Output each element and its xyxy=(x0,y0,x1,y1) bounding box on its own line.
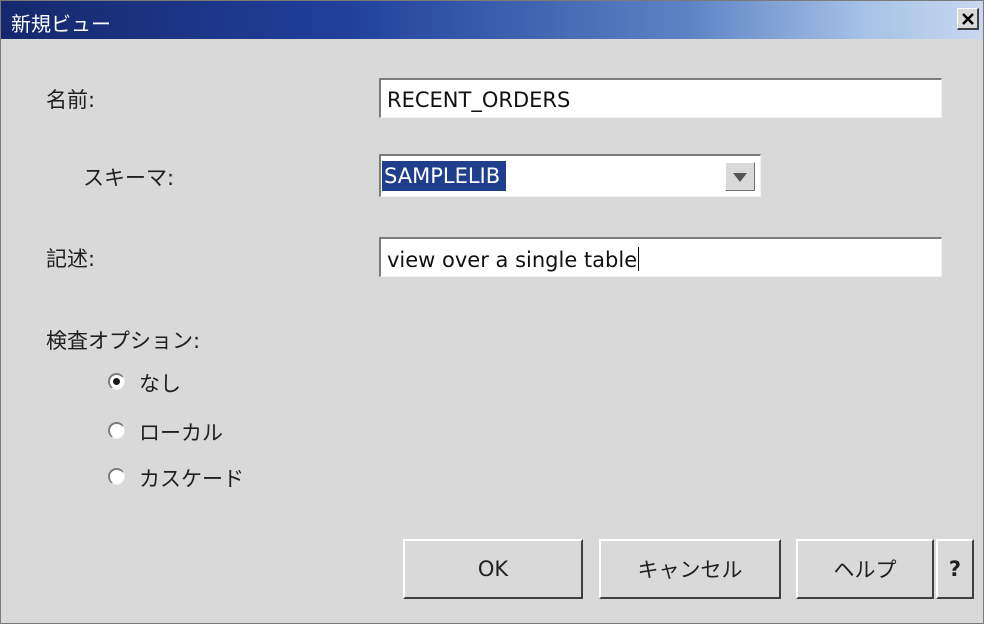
close-icon xyxy=(961,12,974,25)
close-button[interactable] xyxy=(957,8,979,30)
help-button-label: ヘルプ xyxy=(833,558,897,582)
radio-selected-dot xyxy=(113,378,120,385)
name-input[interactable]: RECENT_ORDERS xyxy=(379,78,942,118)
text-cursor xyxy=(638,247,640,271)
ok-button-label: OK xyxy=(477,557,509,581)
title-bar[interactable]: 新規ビュー xyxy=(1,1,983,39)
description-label: 記述: xyxy=(46,247,96,271)
new-view-dialog: 新規ビュー 名前: RECENT_ORDERS スキーマ: SAMPLELIB … xyxy=(0,0,984,624)
dialog-title: 新規ビュー xyxy=(11,12,111,36)
radio-button-cascade[interactable] xyxy=(108,468,125,485)
schema-dropdown-button[interactable] xyxy=(725,162,755,191)
radio-label-cascade: カスケード xyxy=(139,467,244,491)
radio-label-none: なし xyxy=(139,372,181,396)
description-input-value: view over a single table xyxy=(387,248,638,272)
chevron-down-icon xyxy=(733,173,747,182)
radio-label-local: ローカル xyxy=(139,421,223,445)
radio-button-local[interactable] xyxy=(108,422,125,439)
ok-button[interactable]: OK xyxy=(403,539,583,599)
name-input-value: RECENT_ORDERS xyxy=(387,88,571,112)
schema-label: スキーマ: xyxy=(83,166,175,190)
radio-button-none[interactable] xyxy=(108,373,125,390)
whats-this-button[interactable]: ? xyxy=(936,539,974,599)
check-options-label: 検査オプション: xyxy=(46,329,201,353)
question-icon: ? xyxy=(948,557,962,581)
help-button[interactable]: ヘルプ xyxy=(796,539,934,599)
schema-combobox[interactable]: SAMPLELIB xyxy=(379,154,761,197)
cancel-button[interactable]: キャンセル xyxy=(599,539,781,599)
schema-selected-value: SAMPLELIB xyxy=(382,161,507,191)
description-input[interactable]: view over a single table xyxy=(379,237,942,277)
name-label: 名前: xyxy=(46,88,96,112)
cancel-button-label: キャンセル xyxy=(637,558,743,582)
